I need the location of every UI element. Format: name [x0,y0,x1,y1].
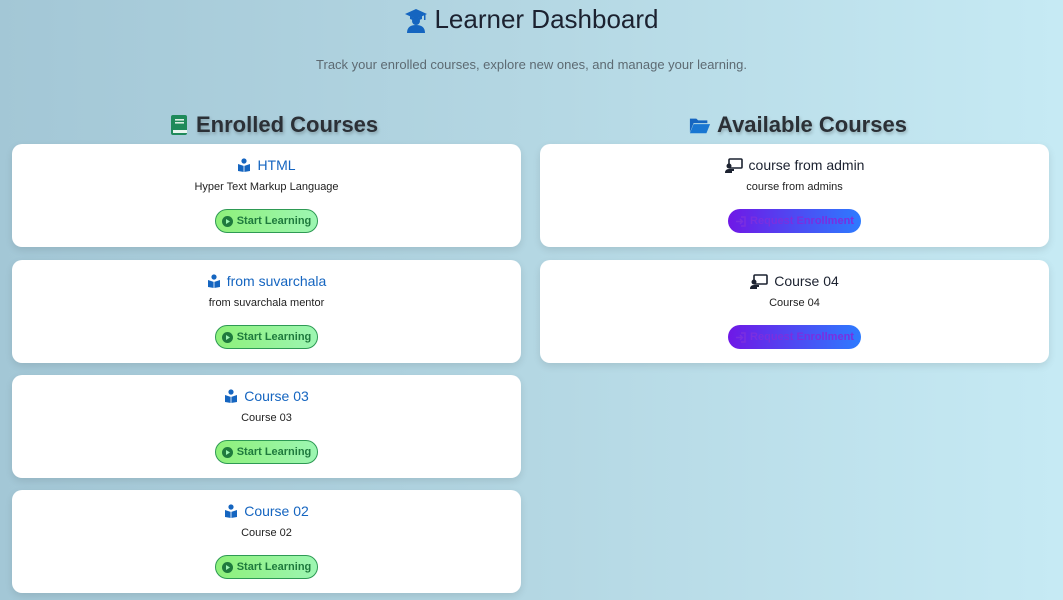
enrolled-courses-heading: Enrolled Courses [168,112,378,138]
course-title: course from admin [540,157,1049,173]
request-enrollment-label: Request Enrollment [750,331,854,343]
course-name: Course 02 [244,503,309,519]
enrolled-course-card: Course 03 Course 03 Start Learning [12,375,521,478]
course-description: from suvarchala mentor [208,297,325,309]
sign-in-icon [735,215,746,227]
page-subtitle: Track your enrolled courses, explore new… [316,57,747,72]
chalkboard-teacher-icon [750,273,769,289]
course-name: HTML [257,157,296,173]
start-learning-button[interactable]: Start Learning [215,325,318,349]
sign-in-icon [735,331,746,343]
play-circle-icon [221,215,233,227]
start-learning-button[interactable]: Start Learning [215,209,318,233]
folder-open-icon [689,114,711,136]
course-description: Course 03 [241,412,292,424]
page-title-text: Learner Dashboard [434,4,659,34]
course-name: from suvarchala [226,273,327,289]
chalkboard-teacher-icon [724,157,743,173]
course-description: Course 02 [241,527,292,539]
course-name: course from admin [748,157,865,173]
book-reader-icon [224,389,238,403]
course-name: Course 04 [774,273,839,289]
play-circle-icon [221,561,233,573]
request-enrollment-button[interactable]: Request Enrollment [728,209,861,233]
course-description: course from admins [746,181,843,193]
available-courses-title: Available Courses [717,112,907,137]
course-title: HTML [12,157,521,173]
play-circle-icon [221,331,233,343]
book-icon [168,114,190,136]
book-reader-icon [237,158,251,172]
available-courses-heading: Available Courses [689,112,907,138]
start-learning-label: Start Learning [236,561,312,573]
course-description: Hyper Text Markup Language [194,181,339,193]
course-title: from suvarchala [12,273,521,289]
start-learning-button[interactable]: Start Learning [215,555,318,579]
enrolled-course-card: HTML Hyper Text Markup Language Start Le… [12,144,521,247]
available-course-card: course from admin course from admins Req… [540,144,1049,247]
start-learning-label: Start Learning [236,331,312,343]
page-title: Learner Dashboard [0,4,1063,35]
book-reader-icon [224,504,238,518]
course-name: Course 03 [244,388,309,404]
book-reader-icon [207,274,221,288]
start-learning-button[interactable]: Start Learning [215,440,318,464]
enrolled-course-card: Course 02 Course 02 Start Learning [12,490,521,593]
available-course-card: Course 04 Course 04 Request Enrollment [540,260,1049,363]
start-learning-label: Start Learning [236,446,312,458]
enrolled-courses-title: Enrolled Courses [196,112,379,137]
course-title: Course 02 [12,503,521,519]
graduate-icon [404,7,428,33]
request-enrollment-button[interactable]: Request Enrollment [728,325,861,349]
request-enrollment-label: Request Enrollment [750,215,854,227]
course-title: Course 03 [12,388,521,404]
play-circle-icon [221,446,233,458]
course-description: Course 04 [769,297,820,309]
start-learning-label: Start Learning [236,215,312,227]
course-title: Course 04 [540,273,1049,289]
enrolled-course-card: from suvarchala from suvarchala mentor S… [12,260,521,363]
